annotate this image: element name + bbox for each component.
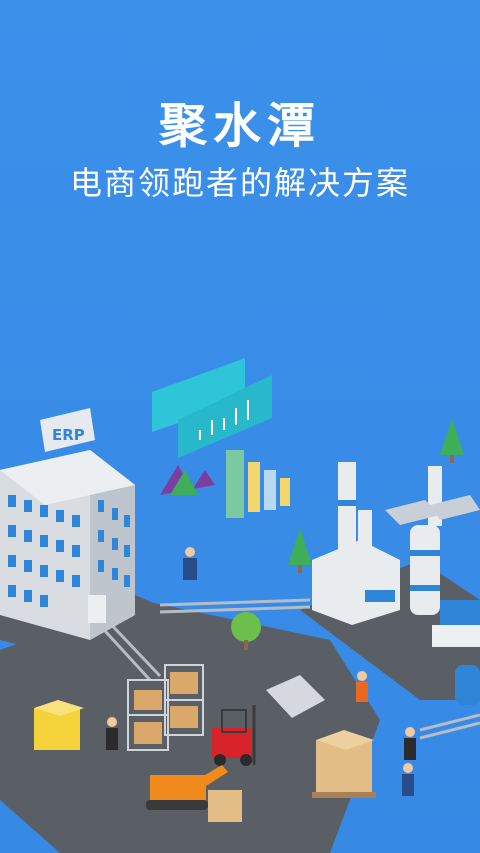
- splash-screen: 聚水潭 电商领跑者的解决方案 ERP: [0, 0, 480, 853]
- cardboard-box-small: [208, 790, 242, 822]
- bar-chart-model: [160, 450, 290, 518]
- tanker-truck: [455, 665, 480, 705]
- erp-building: ERP: [0, 408, 135, 640]
- erp-sign: ERP: [52, 426, 85, 444]
- dashboard-boards: [152, 358, 272, 458]
- app-subtitle: 电商领跑者的解决方案: [69, 164, 410, 202]
- industry-illustration: ERP: [0, 358, 480, 853]
- app-title: 聚水潭: [158, 98, 321, 154]
